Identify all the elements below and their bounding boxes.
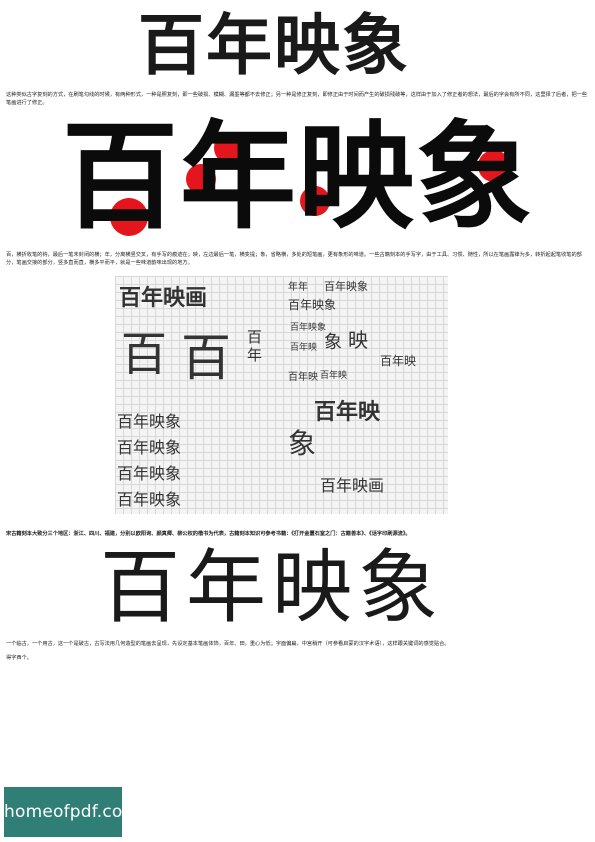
sketch-word: 百 (181, 329, 231, 387)
sketch-word: 百年映象 (117, 412, 182, 431)
big-char-3: 映 (298, 109, 414, 245)
sketch-word: 象 (324, 332, 342, 353)
paragraph-2: 百，横折收笔的钩，最后一笔末封闭的横；年，分离横竖交叉，有手写的痕迹在；映，左边… (6, 252, 582, 266)
paragraph-4: 一个临古，一个用古，这一个是破古，古写法用几何造型的笔画去呈现，先设定基本笔画体… (6, 641, 450, 647)
sketch-word: 象 (288, 427, 317, 460)
watermark-badge[interactable]: homeofpdf.com (4, 787, 139, 837)
sketch-left: 百年映画 百 百 百年 百年映象 百年映象 百年映象 百年映象 (115, 276, 279, 514)
big-char-2: 年 (180, 109, 296, 245)
sketch-word: 百年映 (320, 371, 348, 381)
big-char-4: 象 (416, 109, 532, 245)
sketch-right: 年年 百年映象 百年映象 百年映象 百年映 映 象 百年映 百年映 百年映 象 … (284, 276, 448, 514)
sketch-word: 百年 (247, 328, 263, 364)
big-char-1: 百 (62, 109, 178, 245)
title-bottom: 百年映象 (100, 541, 444, 634)
sketch-word: 百年映画 (320, 476, 385, 495)
title-top: 百年映象 (138, 6, 410, 84)
paragraph-5: 得字西个。 (6, 655, 32, 661)
sketch-word: 百年映象 (117, 438, 182, 457)
sketch-word: 百年映画 (119, 285, 208, 311)
sketch-word: 百年映象 (117, 464, 182, 483)
sketch-word: 百年映 (380, 354, 417, 368)
sketch-word: 百年映 (290, 343, 318, 353)
sketch-word: 百年映象 (117, 490, 182, 509)
sketch-word: 百 (121, 327, 167, 381)
title-big-with-dots: 百 年 映 象 (62, 112, 532, 242)
sketch-word: 映 (348, 328, 368, 352)
sketch-word: 百年映 (288, 372, 318, 383)
paragraph-1: 这种类似古字复刻的方式，在刷笔勾线的时候，有两种形式，一种是照复刻，即一些破损、… (6, 92, 588, 106)
sketch-word: 百年映象 (324, 280, 368, 293)
sketch-word: 百年映 (314, 399, 381, 425)
paragraph-3: 宋古籍刻本大致分三个地区：浙江、四川、福建，分别以欧阳询、颜真卿、柳公权的楷书为… (6, 531, 411, 537)
sketch-word: 百年映象 (290, 323, 327, 333)
sketch-image: 百年映画 百 百 百年 百年映象 百年映象 百年映象 百年映象 年年 百年映象 … (115, 276, 448, 514)
sketch-word: 年年 (288, 282, 308, 293)
sketch-word: 百年映象 (288, 298, 337, 312)
